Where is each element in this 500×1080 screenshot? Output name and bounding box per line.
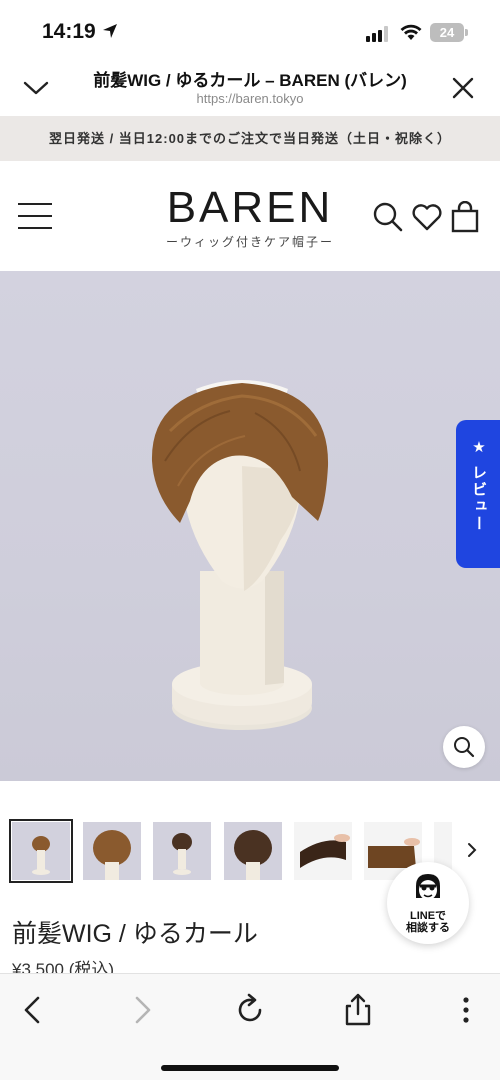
line-chat-label-2: 相談する	[406, 922, 450, 934]
chevron-down-icon[interactable]	[20, 74, 52, 102]
site-header: BAREN ーウィッグ付きケア帽子ー	[0, 161, 500, 271]
browser-bottom-toolbar	[0, 973, 500, 1080]
home-indicator	[161, 1065, 339, 1071]
product-price: ¥3,500 (税込)	[12, 960, 115, 973]
hamburger-menu-icon[interactable]	[18, 203, 52, 229]
review-tab-label: ★ レビュー	[470, 438, 487, 533]
thumbnail-5[interactable]	[294, 822, 352, 880]
product-main-image[interactable]	[0, 271, 500, 781]
line-chat-button[interactable]: LINEで 相談する	[387, 862, 469, 944]
browser-page-title[interactable]: 前髪WIG / ゆるカール – BAREN (バレン)	[60, 66, 440, 91]
wifi-icon	[400, 24, 422, 40]
thumbnail-4[interactable]	[224, 822, 282, 880]
close-icon[interactable]	[448, 73, 478, 103]
site-logo[interactable]: BAREN	[150, 183, 350, 233]
review-tab-button[interactable]: ★ レビュー	[456, 420, 500, 568]
mannequin-with-wig-illustration	[151, 380, 329, 730]
battery-tip	[465, 29, 468, 36]
thumbnail-3[interactable]	[153, 822, 211, 880]
announcement-bar: 翌日発送 / 当日12:00までのご注文で当日発送（土日・祝除く）	[0, 116, 500, 161]
status-bar: 14:19 24	[0, 0, 500, 58]
location-arrow-icon	[103, 24, 117, 38]
site-tagline: ーウィッグ付きケア帽子ー	[165, 235, 334, 249]
line-avatar-icon	[416, 874, 440, 900]
line-chat-label: LINEで 相談する	[387, 910, 469, 934]
browser-top-bar: 前髪WIG / ゆるカール – BAREN (バレン) https://bare…	[0, 58, 500, 116]
share-icon[interactable]	[338, 990, 378, 1030]
back-arrow-icon[interactable]	[14, 990, 54, 1030]
search-icon[interactable]	[372, 201, 404, 233]
heart-icon[interactable]	[411, 201, 443, 233]
thumbnail-2[interactable]	[83, 822, 141, 880]
thumbnail-1[interactable]	[9, 819, 73, 883]
signal-icon	[366, 26, 388, 42]
browser-url[interactable]: https://baren.tokyo	[60, 91, 440, 106]
battery-indicator: 24	[430, 23, 464, 42]
chevron-right-icon[interactable]	[462, 838, 482, 862]
product-title: 前髪WIG / ゆるカール	[12, 920, 258, 948]
zoom-icon[interactable]	[443, 726, 485, 768]
line-chat-label-1: LINEで	[409, 910, 447, 922]
shopping-bag-icon[interactable]	[449, 201, 481, 233]
forward-arrow-icon[interactable]	[121, 990, 161, 1030]
more-icon[interactable]	[446, 990, 486, 1030]
status-time: 14:19	[42, 20, 96, 43]
reload-icon[interactable]	[230, 990, 270, 1030]
